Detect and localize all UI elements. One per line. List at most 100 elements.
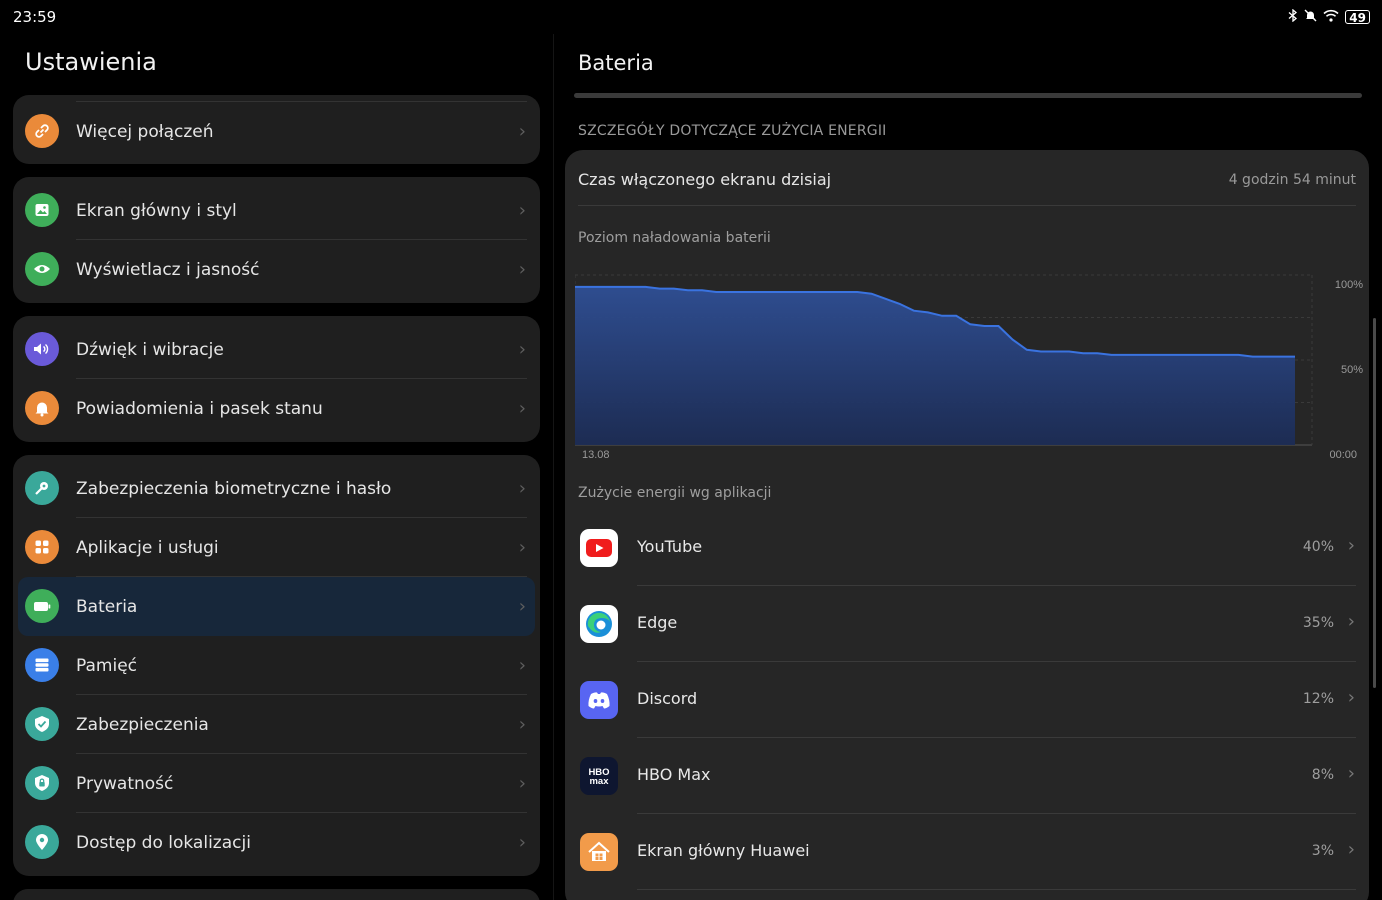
vertical-scroll-indicator[interactable] xyxy=(1373,318,1376,688)
eye-icon xyxy=(25,252,59,286)
chevron-right-icon: › xyxy=(518,655,526,676)
chevron-right-icon: › xyxy=(1347,839,1355,860)
settings-item-privacy[interactable]: Prywatność › xyxy=(13,754,540,813)
app-name: HBO Max xyxy=(637,765,711,784)
chevron-right-icon: › xyxy=(518,832,526,853)
app-name: YouTube xyxy=(637,537,703,556)
settings-item-label: Aplikacje i usługi xyxy=(76,537,219,558)
settings-group-5 xyxy=(13,889,540,900)
wifi-icon xyxy=(1323,9,1339,25)
chevron-right-icon: › xyxy=(518,537,526,558)
bluetooth-icon xyxy=(1288,8,1298,25)
panel-divider xyxy=(553,34,554,900)
speaker-icon xyxy=(25,332,59,366)
apps-grid-icon xyxy=(25,530,59,564)
settings-item-more-connections[interactable]: Więcej połączeń › xyxy=(13,102,540,161)
app-name: Discord xyxy=(637,689,698,708)
chevron-right-icon: › xyxy=(1347,687,1355,708)
settings-item-label: Zabezpieczenia xyxy=(76,714,209,735)
chevron-right-icon: › xyxy=(518,121,526,142)
settings-panel: Ustawienia Więcej połączeń › Ekran główn… xyxy=(0,34,553,900)
settings-item-label: Ekran główny i styl xyxy=(76,200,237,221)
chevron-right-icon: › xyxy=(518,259,526,280)
settings-item-apps-services[interactable]: Aplikacje i usługi › xyxy=(13,518,540,577)
screen-time-label: Czas włączonego ekranu dzisiaj xyxy=(578,170,832,189)
app-percent: 12% xyxy=(1302,691,1334,707)
settings-item-label: Więcej połączeń xyxy=(76,121,214,142)
screen-time-value: 4 godzin 54 minut xyxy=(1228,172,1356,188)
settings-item-label: Zabezpieczenia biometryczne i hasło xyxy=(76,478,392,499)
settings-group-4: Zabezpieczenia biometryczne i hasło › Ap… xyxy=(13,455,540,876)
storage-icon xyxy=(25,648,59,682)
chevron-right-icon: › xyxy=(518,773,526,794)
app-name: Ekran główny Huawei xyxy=(637,841,810,860)
app-name: Edge xyxy=(637,613,678,632)
shield-lock-icon xyxy=(25,766,59,800)
svg-text:max: max xyxy=(589,776,609,787)
huawei-home-icon xyxy=(580,833,618,871)
app-usage-row-huawei-home[interactable]: Ekran główny Huawei 3% › xyxy=(565,814,1369,890)
settings-group-1: Więcej połączeń › xyxy=(13,95,540,164)
settings-item-battery[interactable]: Bateria › xyxy=(18,577,535,636)
y-tick-label: 50% xyxy=(1341,364,1363,376)
settings-item-notifications-statusbar[interactable]: Powiadomienia i pasek stanu › xyxy=(13,379,540,438)
horizontal-scroll-indicator xyxy=(574,93,1362,98)
battery-panel: Bateria SZCZEGÓŁY DOTYCZĄCE ZUŻYCIA ENER… xyxy=(565,34,1382,900)
row-divider xyxy=(637,889,1356,890)
chevron-right-icon: › xyxy=(518,478,526,499)
battery-level-badge: 49 xyxy=(1345,10,1370,25)
battery-icon xyxy=(25,589,59,623)
settings-item-display-brightness[interactable]: Wyświetlacz i jasność › xyxy=(13,240,540,299)
battery-level-chart: 100% 50% 13.08 00:00 xyxy=(575,274,1363,460)
status-icons: 49 xyxy=(1288,8,1370,25)
settings-group-2: Ekran główny i styl › Wyświetlacz i jasn… xyxy=(13,177,540,303)
settings-item-label: Wyświetlacz i jasność xyxy=(76,259,260,280)
x-tick-label: 13.08 xyxy=(582,449,610,460)
chart-area-fill xyxy=(575,286,1295,445)
app-percent: 8% xyxy=(1311,767,1334,783)
section-header: SZCZEGÓŁY DOTYCZĄCE ZUŻYCIA ENERGII xyxy=(578,123,887,139)
youtube-icon xyxy=(580,529,618,567)
status-clock: 23:59 xyxy=(13,8,57,26)
app-percent: 40% xyxy=(1302,539,1334,555)
app-usage-row-youtube[interactable]: YouTube 40% › xyxy=(565,510,1369,586)
image-icon xyxy=(25,193,59,227)
app-percent: 3% xyxy=(1311,843,1334,859)
settings-item-home-screen-style[interactable]: Ekran główny i styl › xyxy=(13,181,540,240)
chart-title: Poziom naładowania baterii xyxy=(578,230,771,246)
settings-item-storage[interactable]: Pamięć › xyxy=(13,636,540,695)
edge-icon xyxy=(580,605,618,643)
discord-icon xyxy=(580,681,618,719)
screen-time-row: Czas włączonego ekranu dzisiaj 4 godzin … xyxy=(578,170,1356,200)
bell-icon xyxy=(25,391,59,425)
app-usage-title: Zużycie energii wg aplikacji xyxy=(578,485,772,501)
settings-item-biometrics-password[interactable]: Zabezpieczenia biometryczne i hasło › xyxy=(13,459,540,518)
settings-item-location-access[interactable]: Dostęp do lokalizacji › xyxy=(13,813,540,872)
settings-item-label: Prywatność xyxy=(76,773,174,794)
settings-group-3: Dźwięk i wibracje › Powiadomienia i pase… xyxy=(13,316,540,442)
status-bar: 23:59 49 xyxy=(0,0,1382,34)
chevron-right-icon: › xyxy=(518,398,526,419)
chevron-right-icon: › xyxy=(518,596,526,617)
settings-item-label: Powiadomienia i pasek stanu xyxy=(76,398,323,419)
settings-item-label: Dostęp do lokalizacji xyxy=(76,832,251,853)
app-usage-row-edge[interactable]: Edge 35% › xyxy=(565,586,1369,662)
settings-item-label: Pamięć xyxy=(76,655,137,676)
app-usage-row-discord[interactable]: Discord 12% › xyxy=(565,662,1369,738)
y-tick-label: 100% xyxy=(1335,279,1363,291)
key-icon xyxy=(25,471,59,505)
location-pin-icon xyxy=(25,825,59,859)
app-usage-row-hbomax[interactable]: HBO max HBO Max 8% › xyxy=(565,738,1369,814)
hbomax-icon: HBO max xyxy=(580,757,618,795)
app-percent: 35% xyxy=(1302,615,1334,631)
row-divider xyxy=(578,205,1356,206)
settings-item-label: Bateria xyxy=(76,596,138,617)
settings-item-security[interactable]: Zabezpieczenia › xyxy=(13,695,540,754)
chevron-right-icon: › xyxy=(1347,535,1355,556)
chevron-right-icon: › xyxy=(518,200,526,221)
chevron-right-icon: › xyxy=(1347,611,1355,632)
settings-item-sound-vibration[interactable]: Dźwięk i wibracje › xyxy=(13,320,540,379)
page-title: Ustawienia xyxy=(25,48,157,76)
settings-item-label: Dźwięk i wibracje xyxy=(76,339,224,360)
energy-usage-card: Czas włączonego ekranu dzisiaj 4 godzin … xyxy=(565,150,1369,900)
